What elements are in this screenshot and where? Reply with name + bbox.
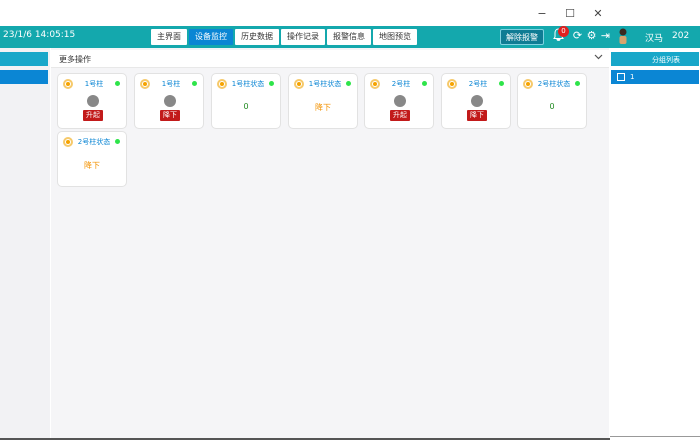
tab-operation-log[interactable]: 操作记录 [281,29,325,45]
settings-icon[interactable]: ⚙ [586,28,597,44]
device-card[interactable]: 1号柱 降下 [134,73,204,129]
more-ops-label: 更多操作 [59,55,91,64]
device-card[interactable]: 1号柱 升起 [57,73,127,129]
tab-map-preview[interactable]: 地图预览 [373,29,417,45]
notification-badge: 0 [558,26,569,37]
tab-device-monitor[interactable]: 设备监控 [189,29,233,45]
card-value: 降下 [84,161,100,170]
bottom-divider [0,438,610,440]
online-dot [422,81,427,86]
card-title: 2号柱状态 [77,138,111,146]
online-dot [192,81,197,86]
user-date-fragment: 202 [672,31,690,41]
card-value: 0 [549,102,555,111]
user-name: 汉马 [645,34,664,44]
right-bottom-divider [610,436,700,437]
maximize-icon[interactable]: ☐ [556,7,584,20]
card-title: 1号柱状态 [231,80,265,88]
device-status-icon [294,79,304,89]
raise-button[interactable]: 升起 [83,110,103,121]
online-dot [575,81,580,86]
online-dot [269,81,274,86]
device-status-icon [63,137,73,147]
tab-history[interactable]: 历史数据 [235,29,279,45]
device-card[interactable]: 2号柱 降下 [441,73,511,129]
pillar-indicator-icon [471,95,483,107]
online-dot [346,81,351,86]
bell-icon[interactable]: 0 [553,26,569,44]
card-title: 2号柱 [391,80,411,88]
card-title: 1号柱状态 [308,80,342,88]
header-tools: ⟳ ⚙ ⇥ [572,28,611,44]
more-ops-bar[interactable] [51,50,609,68]
device-card[interactable]: 2号柱状态 降下 [57,131,127,187]
rail-header-block[interactable] [0,52,48,66]
app-window: − ☐ ✕ 23/1/6 14:05:15 主界面 设备监控 历史数据 操作记录… [0,0,700,446]
device-card[interactable]: 1号柱状态 0 [211,73,281,129]
datetime-display: 23/1/6 14:05:15 [3,30,76,40]
left-rail [0,48,50,438]
pillar-indicator-icon [164,95,176,107]
group-list-title: 分组列表 [652,56,680,64]
chevron-down-icon[interactable] [594,52,603,64]
close-icon[interactable]: ✕ [584,7,612,20]
rail-selected-block[interactable] [0,70,48,84]
group-item-label: 1 [630,73,635,81]
card-title: 2号柱状态 [537,80,571,88]
lower-button[interactable]: 降下 [467,110,487,121]
pillar-indicator-icon [394,95,406,107]
card-value: 0 [243,102,249,111]
device-status-icon [370,79,380,89]
window-controls: − ☐ ✕ [528,0,612,26]
device-status-icon [63,79,73,89]
device-status-icon [447,79,457,89]
device-card[interactable]: 2号柱状态 0 [517,73,587,129]
card-title: 2号柱 [468,80,488,88]
tab-alarm-info[interactable]: 报警信息 [327,29,371,45]
minimize-icon[interactable]: − [528,7,556,20]
device-status-icon [140,79,150,89]
lower-button[interactable]: 降下 [160,110,180,121]
card-value: 降下 [315,103,331,112]
raise-button[interactable]: 升起 [390,110,410,121]
online-dot [115,81,120,86]
device-card[interactable]: 1号柱状态 降下 [288,73,358,129]
group-checkbox[interactable] [617,73,625,81]
refresh-icon[interactable]: ⟳ [572,28,583,44]
device-card[interactable]: 2号柱 升起 [364,73,434,129]
card-title: 1号柱 [84,80,104,88]
card-title: 1号柱 [161,80,181,88]
unlock-alarm-button[interactable]: 解除报警 [500,29,544,45]
online-dot [115,139,120,144]
avatar[interactable] [617,27,629,45]
tab-main[interactable]: 主界面 [151,29,187,45]
device-status-icon [523,79,533,89]
online-dot [499,81,504,86]
pillar-indicator-icon [87,95,99,107]
main-nav: 主界面 设备监控 历史数据 操作记录 报警信息 地图预览 [151,29,417,45]
device-status-icon [217,79,227,89]
